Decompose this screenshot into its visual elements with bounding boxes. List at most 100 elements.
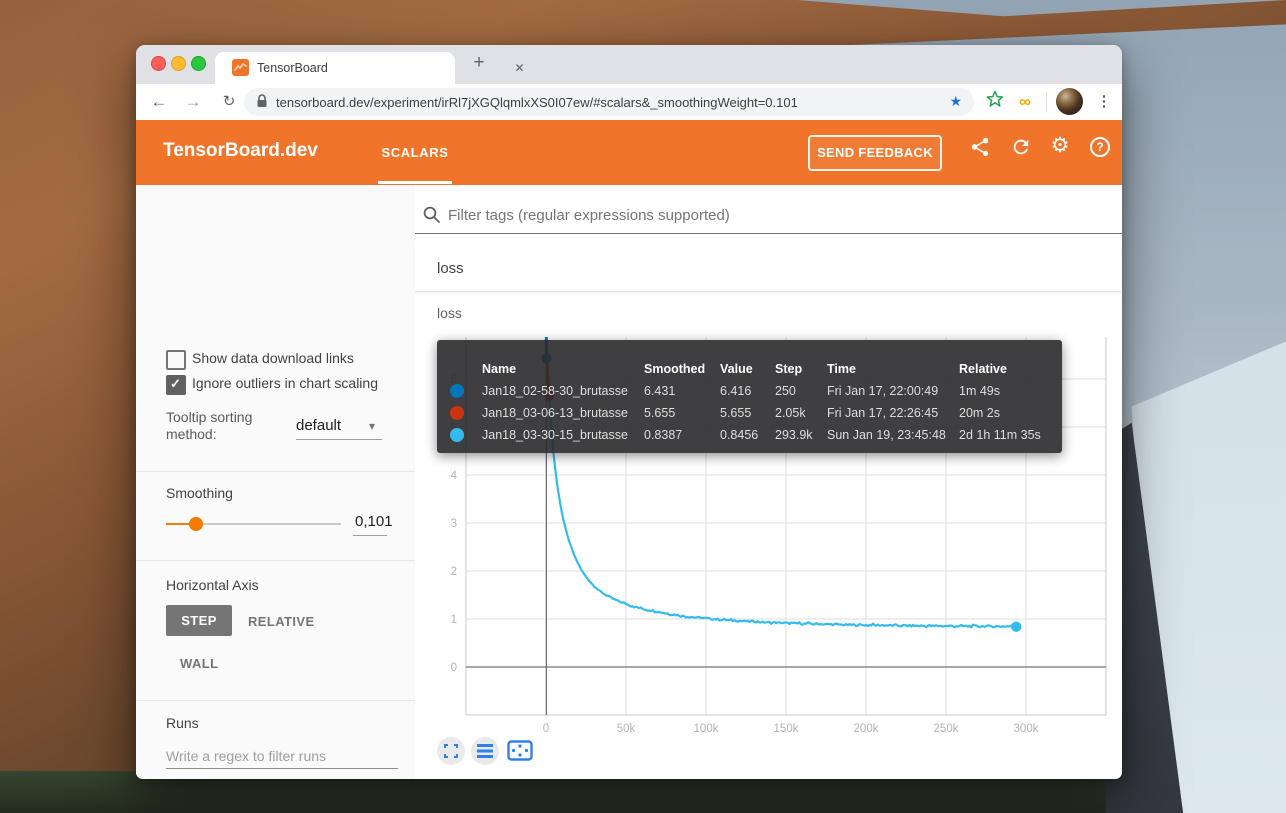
run-color-dot-icon: [450, 406, 464, 420]
loss-chart-title: loss: [437, 305, 462, 321]
share-icon[interactable]: [968, 136, 992, 160]
tooltip-col-relative: Relative: [959, 362, 1062, 376]
back-icon[interactable]: ←: [146, 89, 172, 115]
tooltip-cell-step: 293.9k: [775, 428, 827, 442]
settings-gear-icon[interactable]: ⚙: [1048, 134, 1072, 158]
axis-step-button[interactable]: STEP: [166, 605, 232, 636]
runs-selector-button[interactable]: [471, 737, 499, 765]
svg-text:2: 2: [451, 566, 457, 578]
search-icon: [422, 205, 441, 229]
profile-avatar[interactable]: [1056, 88, 1083, 115]
new-tab-button[interactable]: +: [466, 50, 492, 76]
svg-text:4: 4: [451, 470, 458, 482]
ignore-outliers-checkbox[interactable]: ✓: [166, 375, 186, 395]
tooltip-cell-name: Jan18_02-58-30_brutasse: [482, 384, 644, 398]
run-color-dot-icon: [450, 384, 464, 398]
page-content: Show data download links ✓ Ignore outlie…: [136, 185, 1122, 779]
tooltip-rows: Jan18_02-58-30_brutasse6.4316.416250Fri …: [437, 380, 1062, 446]
colab-extension-icon[interactable]: ∞: [1013, 90, 1037, 114]
toolbar-separator: [1046, 92, 1047, 112]
tooltip-cell-smoothed: 0.8387: [644, 428, 720, 442]
horizontal-axis-label: Horizontal Axis: [166, 577, 259, 593]
tooltip-cell-value: 6.416: [720, 384, 775, 398]
tooltip-col-smoothed: Smoothed: [644, 362, 720, 376]
address-bar[interactable]: tensorboard.dev/experiment/irRl7jXGQlqml…: [244, 88, 974, 116]
tooltip-col-value: Value: [720, 362, 775, 376]
settings-sidebar: Show data download links ✓ Ignore outlie…: [136, 185, 416, 779]
dropdown-underline: [296, 439, 382, 440]
tooltip-cell-smoothed: 5.655: [644, 406, 720, 420]
filter-tags-underline: [415, 233, 1122, 234]
runs-filter-underline: [166, 768, 398, 769]
tab-strip: TensorBoard ✕ +: [136, 45, 1122, 84]
tooltip-cell-relative: 2d 1h 11m 35s: [959, 428, 1062, 442]
brand-title: TensorBoard.dev: [163, 140, 318, 162]
zoom-window-button[interactable]: [191, 56, 206, 71]
reload-icon[interactable]: ↻: [216, 89, 242, 115]
close-window-button[interactable]: [151, 56, 166, 71]
browser-tab[interactable]: TensorBoard ✕: [215, 52, 455, 84]
browser-menu-icon[interactable]: ⋮: [1094, 89, 1114, 115]
tooltip-cell-time: Fri Jan 17, 22:00:49: [827, 384, 959, 398]
svg-text:50k: 50k: [617, 723, 636, 735]
tooltip-cell-value: 0.8456: [720, 428, 775, 442]
tab-scalars-underline: [378, 181, 452, 184]
tooltip-cell-time: Fri Jan 17, 22:26:45: [827, 406, 959, 420]
tooltip-sorting-dropdown[interactable]: default: [296, 417, 341, 434]
smoothing-slider-knob[interactable]: [189, 517, 203, 531]
tooltip-cell-name: Jan18_03-30-15_brutasse: [482, 428, 644, 442]
fit-domain-button[interactable]: [507, 740, 533, 766]
sidebar-divider: [136, 471, 415, 472]
sidebar-divider: [136, 700, 415, 701]
tab-title: TensorBoard: [257, 61, 328, 75]
refresh-icon[interactable]: [1009, 136, 1033, 160]
tooltip-row: Jan18_03-30-15_brutasse0.83870.8456293.9…: [437, 424, 1062, 446]
tooltip-cell-value: 5.655: [720, 406, 775, 420]
main-panel: Filter tags (regular expressions support…: [415, 185, 1122, 779]
svg-text:0: 0: [543, 723, 549, 735]
axis-wall-button[interactable]: WALL: [180, 656, 218, 671]
svg-text:100k: 100k: [694, 723, 719, 735]
tooltip-header-row: Name Smoothed Value Step Time Relative: [437, 358, 1062, 380]
svg-text:1: 1: [451, 614, 457, 626]
smoothing-value[interactable]: 0,101: [355, 513, 393, 530]
minimize-window-button[interactable]: [171, 56, 186, 71]
dropdown-caret-icon: ▾: [369, 419, 375, 433]
tooltip-col-step: Step: [775, 362, 827, 376]
bookmark-star-icon[interactable]: ★: [949, 93, 962, 110]
svg-text:200k: 200k: [854, 723, 879, 735]
extension-star-icon[interactable]: [983, 90, 1007, 114]
filter-tags-input[interactable]: Filter tags (regular expressions support…: [448, 207, 730, 224]
svg-text:300k: 300k: [1014, 723, 1039, 735]
runs-label: Runs: [166, 715, 199, 731]
tooltip-cell-name: Jan18_03-06-13_brutasse: [482, 406, 644, 420]
tab-scalars[interactable]: SCALARS: [378, 145, 452, 160]
sidebar-divider: [136, 560, 415, 561]
run-row[interactable]: ✓Jan18_02-54-27_brutasse: [166, 777, 406, 779]
svg-text:150k: 150k: [774, 723, 799, 735]
smoothing-label: Smoothing: [166, 485, 233, 501]
tooltip-cell-smoothed: 6.431: [644, 384, 720, 398]
tooltip-cell-relative: 20m 2s: [959, 406, 1062, 420]
tooltip-sorting-label-2: method:: [166, 426, 217, 442]
forward-icon[interactable]: →: [180, 89, 206, 115]
tooltip-cell-step: 2.05k: [775, 406, 827, 420]
send-feedback-button[interactable]: SEND FEEDBACK: [808, 135, 942, 171]
smoothing-value-underline: [353, 535, 387, 536]
runs-filter-input[interactable]: Write a regex to filter runs: [166, 748, 326, 764]
expand-chart-button[interactable]: [437, 737, 465, 765]
axis-relative-button[interactable]: RELATIVE: [248, 614, 315, 629]
show-download-checkbox[interactable]: [166, 350, 186, 370]
svg-text:250k: 250k: [934, 723, 959, 735]
loss-section-header[interactable]: loss: [415, 246, 1121, 292]
run-color-dot-icon: [450, 428, 464, 442]
tooltip-col-name: Name: [482, 362, 644, 376]
help-icon[interactable]: ?: [1090, 137, 1114, 161]
url-text: tensorboard.dev/experiment/irRl7jXGQlqml…: [276, 95, 798, 110]
show-download-label: Show data download links: [192, 350, 354, 366]
browser-window: TensorBoard ✕ + ← → ↻ tensorboard.dev/ex…: [136, 45, 1122, 779]
desktop: { "browser": { "tab_title": "TensorBoard…: [0, 0, 1286, 813]
browser-toolbar: ← → ↻ tensorboard.dev/experiment/irRl7jX…: [136, 84, 1122, 121]
tooltip-col-time: Time: [827, 362, 959, 376]
tab-close-icon[interactable]: ✕: [511, 60, 528, 77]
